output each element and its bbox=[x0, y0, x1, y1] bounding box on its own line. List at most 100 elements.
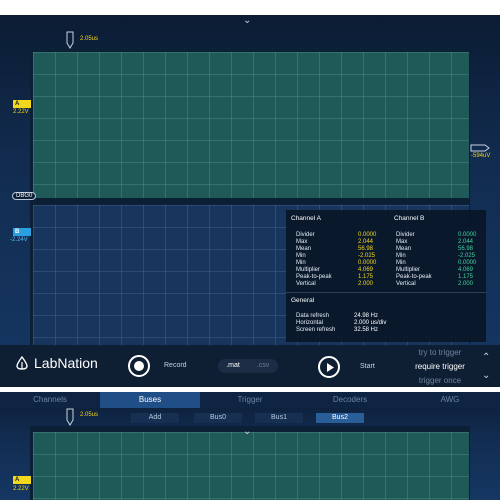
record-icon bbox=[134, 361, 144, 371]
time-marker-icon[interactable] bbox=[66, 31, 74, 49]
channel-a-grid[interactable] bbox=[33, 52, 469, 198]
bus1-button[interactable]: Bus1 bbox=[255, 413, 303, 423]
stat-row-b: Max 2.044 bbox=[396, 239, 473, 245]
record-label: Record bbox=[164, 362, 187, 369]
bus0-button[interactable]: Bus0 bbox=[194, 413, 242, 423]
stat-name: Divider bbox=[396, 232, 415, 238]
stat-row-b: Multiplier 4.069 bbox=[396, 267, 473, 273]
trigger-level-icon[interactable] bbox=[470, 144, 490, 152]
stat-value-a: 0.0000 bbox=[358, 260, 377, 266]
add-bus-button[interactable]: Add bbox=[131, 413, 179, 423]
stat-value-a: -2.025 bbox=[358, 253, 376, 259]
stat-row-b: Divider 0.0000 bbox=[396, 232, 476, 238]
tab-channels[interactable]: Channels bbox=[0, 392, 100, 408]
channel-b-title: Channel B bbox=[394, 215, 425, 222]
stat-name: Min bbox=[396, 253, 406, 259]
channel-a-grid[interactable] bbox=[33, 432, 469, 500]
stat-name: Mean bbox=[396, 246, 412, 252]
general-title: General bbox=[291, 297, 315, 304]
stat-name: Min bbox=[396, 260, 406, 266]
tab-awg[interactable]: AWG bbox=[400, 392, 500, 408]
stat-value-b: 2.000 bbox=[458, 281, 474, 287]
stat-value-b: 4.069 bbox=[458, 267, 474, 273]
stat-value-b: 0.0000 bbox=[458, 232, 477, 238]
trigger-option-once[interactable]: trigger once bbox=[400, 376, 480, 385]
stat-name: Peak-to-peak bbox=[396, 274, 432, 280]
stat-row: Divider 0.0000 bbox=[296, 232, 376, 238]
stat-row-b: Min -2.025 bbox=[396, 253, 475, 259]
scope-buses-view: Channels Buses Trigger Decoders AWG Add … bbox=[0, 392, 500, 500]
channel-a-title: Channel A bbox=[291, 215, 321, 222]
stat-value-a: 1.175 bbox=[358, 274, 374, 280]
stat-value-b: 56.98 bbox=[458, 246, 474, 252]
tab-trigger[interactable]: Trigger bbox=[200, 392, 300, 408]
chevron-up-icon[interactable]: ⌃ bbox=[482, 353, 490, 363]
channel-a-marker[interactable]: A bbox=[13, 476, 31, 484]
stat-value-b: -2.025 bbox=[458, 253, 476, 259]
general-name: Screen refresh bbox=[296, 327, 336, 333]
general-row: Data refresh 24.98 Hz bbox=[296, 313, 378, 319]
time-marker-icon[interactable] bbox=[66, 408, 74, 426]
stat-value-a: 2.000 bbox=[358, 281, 374, 287]
scope-main-view: ⌄ 2.05us A 2.22V -594uV DBG0 B -2.24V Ch… bbox=[0, 15, 500, 387]
trigger-option-require[interactable]: require trigger bbox=[400, 362, 480, 371]
stat-value-b: 0.0000 bbox=[458, 260, 477, 266]
tab-buses[interactable]: Buses bbox=[100, 392, 200, 408]
stat-name: Mean bbox=[296, 246, 312, 252]
general-name: Data refresh bbox=[296, 313, 330, 319]
stat-row: Vertical 2.000 bbox=[296, 281, 373, 287]
chevron-down-icon[interactable]: ⌄ bbox=[243, 427, 251, 437]
stat-name: Vertical bbox=[296, 281, 316, 287]
labnation-logo: LabNation bbox=[14, 355, 98, 371]
tab-decoders[interactable]: Decoders bbox=[300, 392, 400, 408]
stat-name: Multiplier bbox=[296, 267, 321, 273]
stat-row-b: Peak-to-peak 1.175 bbox=[396, 274, 473, 280]
time-marker-label: 2.05us bbox=[80, 412, 99, 418]
channel-b-marker[interactable]: B bbox=[13, 228, 31, 236]
ground-tag[interactable]: DBG0 bbox=[12, 192, 37, 200]
general-value: 24.98 Hz bbox=[354, 313, 379, 319]
stat-row-b: Min 0.0000 bbox=[396, 260, 476, 266]
stat-name: Vertical bbox=[396, 281, 416, 287]
trigger-option-try[interactable]: try to trigger bbox=[400, 348, 480, 357]
menu-tabs: Channels Buses Trigger Decoders AWG bbox=[0, 392, 500, 408]
stat-name: Multiplier bbox=[396, 267, 421, 273]
format-mat-option[interactable]: .mat bbox=[218, 359, 248, 373]
record-button[interactable] bbox=[128, 355, 150, 377]
export-format-toggle[interactable]: .mat .csv bbox=[218, 359, 278, 373]
format-csv-option[interactable]: .csv bbox=[248, 359, 278, 373]
stats-divider bbox=[286, 292, 486, 293]
start-button[interactable] bbox=[318, 356, 340, 378]
stat-value-a: 2.044 bbox=[358, 239, 374, 245]
stat-name: Max bbox=[396, 239, 408, 245]
channel-b-offset: -2.24V bbox=[10, 237, 28, 243]
stat-name: Max bbox=[296, 239, 308, 245]
measurements-panel: Channel A Channel B Divider 0.0000 Max 2.0… bbox=[286, 210, 486, 342]
trigger-level-label: -594uV bbox=[471, 153, 491, 159]
stat-row: Max 2.044 bbox=[296, 239, 373, 245]
stat-name: Divider bbox=[296, 232, 315, 238]
stat-row-b: Vertical 2.000 bbox=[396, 281, 473, 287]
stat-row-b: Mean 56.98 bbox=[396, 246, 473, 252]
chevron-down-icon[interactable]: ⌄ bbox=[243, 16, 251, 26]
stat-row: Multiplier 4.069 bbox=[296, 267, 373, 273]
channel-a-marker[interactable]: A bbox=[13, 100, 31, 108]
time-marker-label: 2.05us bbox=[80, 36, 99, 42]
general-name: Horizontal bbox=[296, 320, 324, 326]
channel-a-offset: 2.22V bbox=[13, 486, 29, 492]
stat-row: Mean 56.98 bbox=[296, 246, 373, 252]
stat-value-b: 1.175 bbox=[458, 274, 474, 280]
general-value: 2.000 us/div bbox=[354, 320, 387, 326]
bus2-button[interactable]: Bus2 bbox=[316, 413, 364, 423]
labnation-logo-icon bbox=[16, 355, 28, 370]
chevron-down-icon[interactable]: ⌄ bbox=[482, 371, 490, 381]
stat-row: Peak-to-peak 1.175 bbox=[296, 274, 373, 280]
general-row: Screen refresh 32.58 Hz bbox=[296, 327, 378, 333]
channel-a-offset: 2.22V bbox=[13, 109, 29, 115]
play-icon bbox=[327, 363, 334, 372]
stat-name: Peak-to-peak bbox=[296, 274, 332, 280]
logo-text: LabNation bbox=[34, 355, 98, 371]
general-row: Horizontal 2.000 us/div bbox=[296, 320, 386, 326]
stat-name: Min bbox=[296, 260, 306, 266]
stat-value-a: 56.98 bbox=[358, 246, 374, 252]
